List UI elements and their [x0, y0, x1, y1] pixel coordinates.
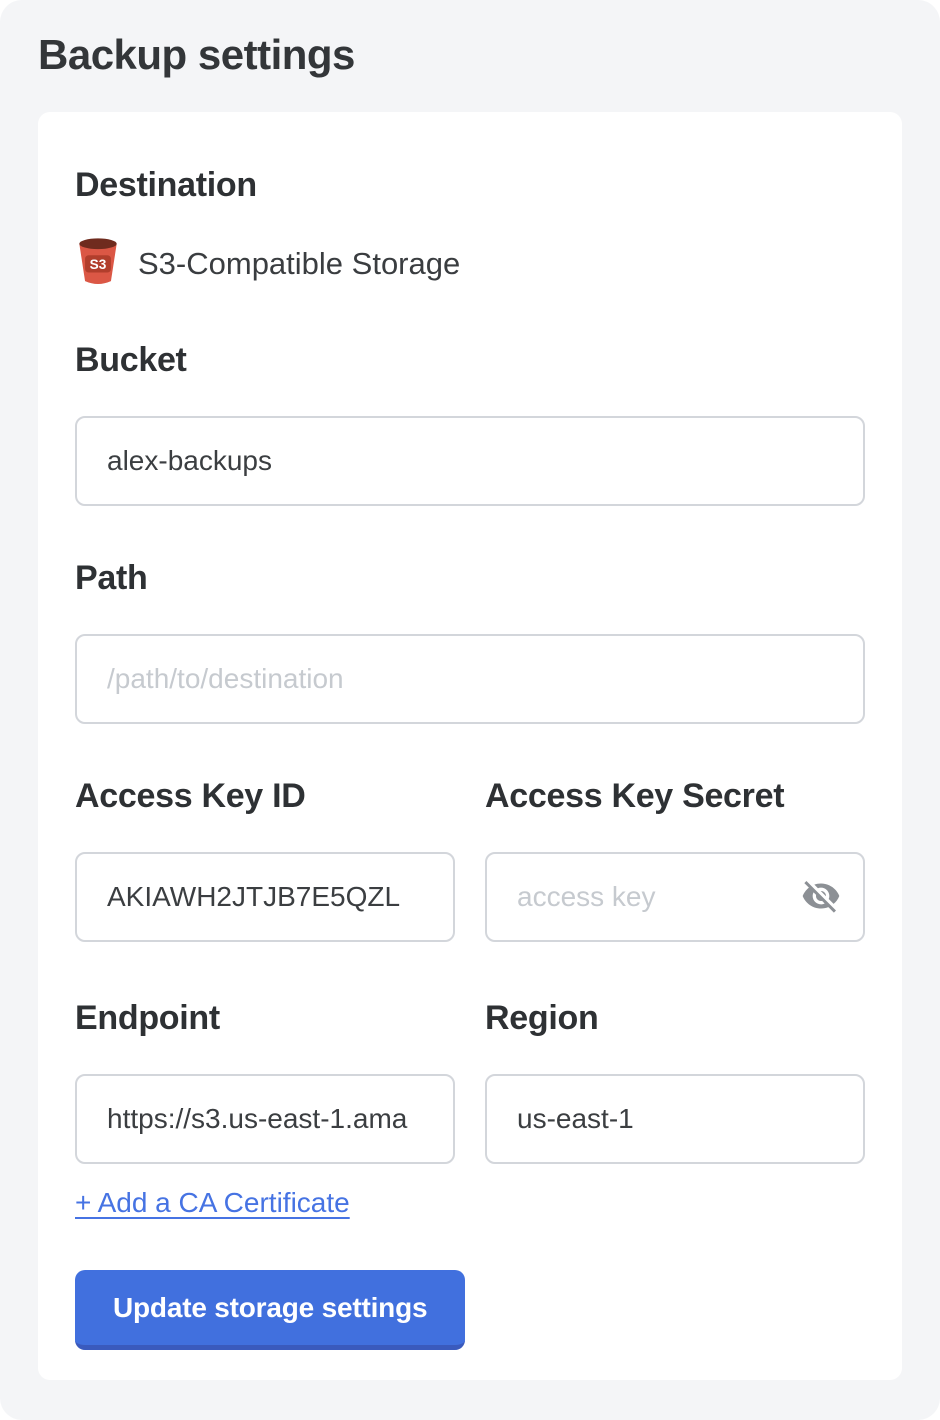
endpoint-input[interactable]	[75, 1074, 455, 1164]
destination-label: Destination	[75, 165, 865, 205]
region-field: Region	[485, 998, 865, 1164]
toggle-secret-visibility-button[interactable]	[799, 875, 843, 919]
bucket-label: Bucket	[75, 340, 865, 380]
path-field: Path	[75, 558, 865, 724]
endpoint-label: Endpoint	[75, 998, 455, 1038]
destination-row: S3 S3-Compatible Storage	[75, 235, 865, 292]
eye-off-icon	[801, 876, 841, 919]
endpoint-region-row: Endpoint Region	[75, 998, 865, 1164]
access-key-row: Access Key ID Access Key Secret	[75, 776, 865, 942]
update-storage-settings-button[interactable]: Update storage settings	[75, 1270, 465, 1350]
path-input[interactable]	[75, 634, 865, 724]
access-key-id-label: Access Key ID	[75, 776, 455, 816]
s3-bucket-icon: S3	[75, 235, 121, 292]
region-input[interactable]	[485, 1074, 865, 1164]
destination-value: S3-Compatible Storage	[138, 238, 460, 290]
endpoint-field: Endpoint	[75, 998, 455, 1164]
svg-text:S3: S3	[90, 257, 107, 272]
region-label: Region	[485, 998, 865, 1038]
bucket-input[interactable]	[75, 416, 865, 506]
add-ca-certificate-link[interactable]: + Add a CA Certificate	[75, 1186, 350, 1220]
page-title: Backup settings	[38, 32, 902, 78]
path-label: Path	[75, 558, 865, 598]
access-key-id-input[interactable]	[75, 852, 455, 942]
access-key-secret-label: Access Key Secret	[485, 776, 865, 816]
bucket-field: Bucket	[75, 340, 865, 506]
access-key-secret-field: Access Key Secret	[485, 776, 865, 942]
backup-settings-panel: Backup settings Destination S3 S3-Compat…	[0, 0, 940, 1420]
settings-card: Destination S3 S3-Compatible Storage Buc…	[38, 112, 902, 1380]
access-key-id-field: Access Key ID	[75, 776, 455, 942]
